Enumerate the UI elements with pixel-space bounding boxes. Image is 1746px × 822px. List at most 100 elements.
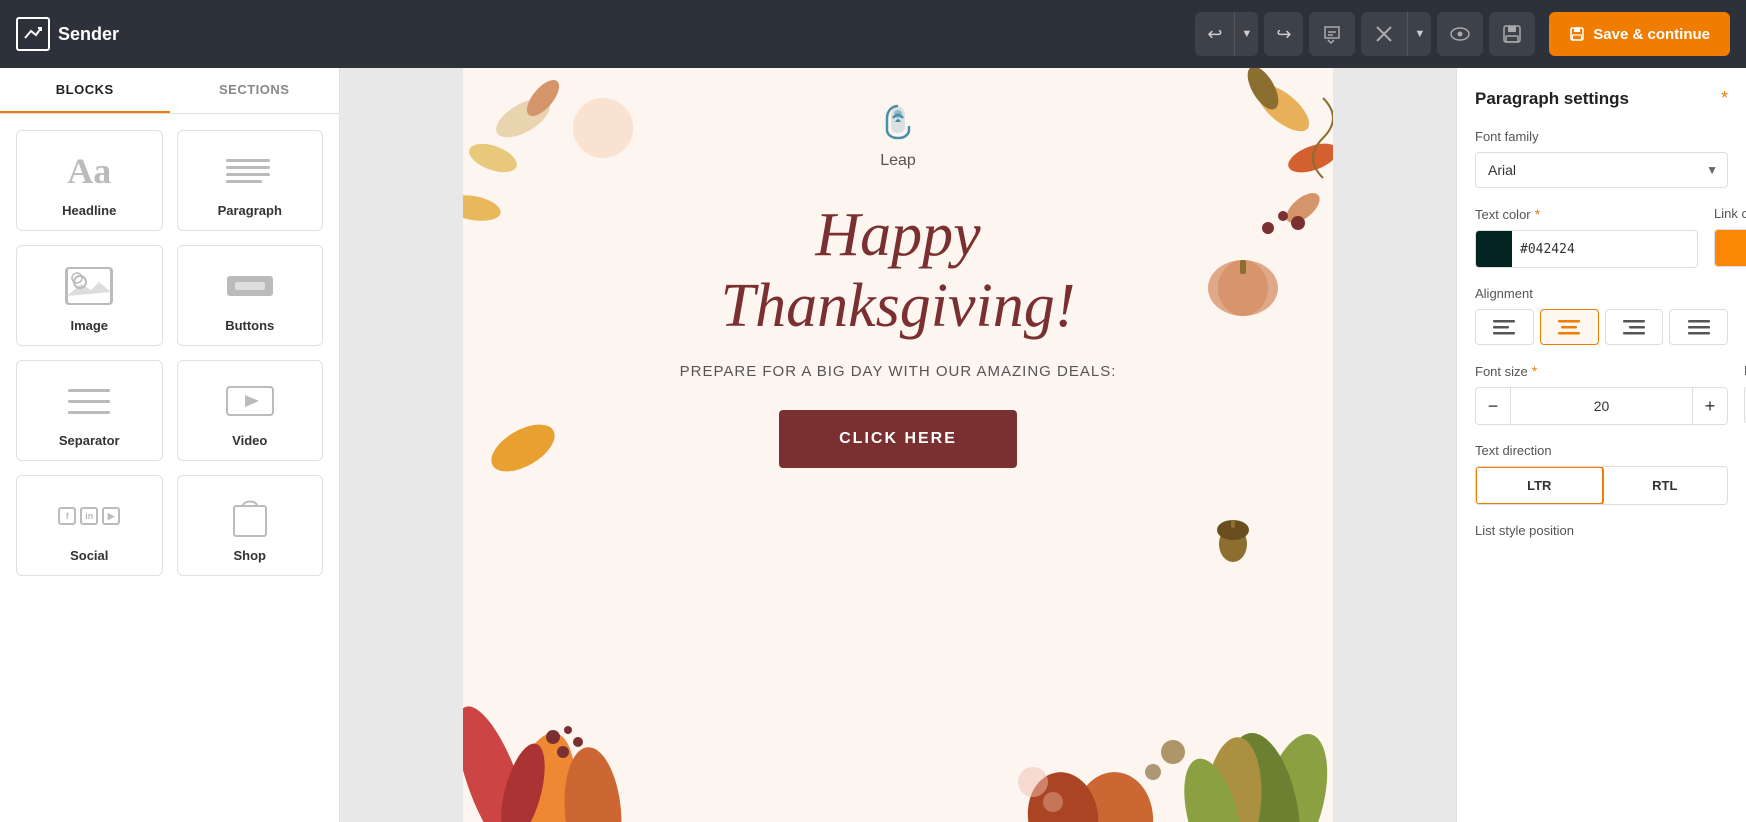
text-direction-section: Text direction LTR RTL [1475, 443, 1728, 505]
comment-button[interactable] [1309, 12, 1355, 56]
panel-tabs: BLOCKS SECTIONS [0, 68, 339, 114]
alignment-section: Alignment [1475, 286, 1728, 345]
image-icon [59, 264, 119, 308]
panel-header: Paragraph settings * [1475, 88, 1728, 109]
text-direction-label: Text direction [1475, 443, 1728, 458]
logo-svg [873, 98, 923, 148]
headline-icon: Aa [59, 149, 119, 193]
link-color-label: Link color [1714, 206, 1746, 221]
tools-button[interactable] [1361, 12, 1408, 56]
align-justify-button[interactable] [1669, 309, 1728, 345]
direction-rtl-button[interactable]: RTL [1603, 467, 1728, 504]
direction-row: LTR RTL [1475, 466, 1728, 505]
panel-title: Paragraph settings [1475, 89, 1629, 109]
align-right-button[interactable] [1605, 309, 1664, 345]
font-size-required: * [1532, 363, 1537, 379]
save-continue-button[interactable]: Save & continue [1549, 12, 1730, 56]
panel-required-star: * [1721, 88, 1728, 109]
block-social[interactable]: f in ▶ Social [16, 475, 163, 576]
link-color-field [1714, 229, 1746, 267]
text-color-label: Text color * [1475, 206, 1698, 222]
block-buttons[interactable]: Buttons [177, 245, 324, 346]
alignment-label: Alignment [1475, 286, 1728, 301]
right-panel: Paragraph settings * Font family Arial G… [1456, 68, 1746, 822]
font-family-wrapper: Arial Georgia Times New Roman Verdana He… [1475, 152, 1728, 188]
alignment-row [1475, 309, 1728, 345]
shop-label: Shop [234, 548, 267, 563]
app-name: Sender [58, 24, 119, 45]
undo-group: ↩ ▼ [1195, 12, 1258, 56]
font-size-input[interactable] [1510, 388, 1693, 424]
font-size-row: Font size * − + Line height − [1475, 363, 1728, 425]
block-separator[interactable]: Separator [16, 360, 163, 461]
font-size-decrease[interactable]: − [1476, 388, 1510, 424]
text-color-field [1475, 230, 1698, 268]
align-left-button[interactable] [1475, 309, 1534, 345]
tools-group: ▼ [1361, 12, 1431, 56]
toolbar: Sender ↩ ▼ ↪ ▼ [0, 0, 1746, 68]
canvas-area: Leap Happy Thanksgiving! PREPARE FOR A B… [340, 68, 1456, 822]
email-canvas: Leap Happy Thanksgiving! PREPARE FOR A B… [463, 68, 1333, 822]
logo-icon [16, 17, 50, 51]
buttons-icon [220, 264, 280, 308]
cta-button[interactable]: CLICK HERE [779, 410, 1017, 468]
video-label: Video [232, 433, 267, 448]
buttons-label: Buttons [225, 318, 274, 333]
list-style-section: List style position [1475, 523, 1728, 538]
font-family-section: Font family Arial Georgia Times New Roma… [1475, 129, 1728, 188]
direction-ltr-button[interactable]: LTR [1475, 466, 1604, 505]
tab-sections[interactable]: SECTIONS [170, 68, 340, 113]
blocks-grid: Aa Headline Paragraph [0, 114, 339, 592]
email-logo: Leap [873, 98, 923, 170]
email-header: Leap [463, 68, 1333, 180]
image-label: Image [70, 318, 108, 333]
font-size-increase[interactable]: + [1693, 388, 1727, 424]
color-row: Text color * Link color [1475, 206, 1728, 268]
email-logo-text: Leap [880, 152, 916, 170]
undo-dropdown-button[interactable]: ▼ [1235, 12, 1258, 56]
save-continue-label: Save & continue [1593, 26, 1710, 43]
list-style-label: List style position [1475, 523, 1728, 538]
save-icon-button[interactable] [1489, 12, 1535, 56]
paragraph-icon [220, 149, 280, 193]
font-size-field: Font size * − + [1475, 363, 1728, 425]
block-shop[interactable]: Shop [177, 475, 324, 576]
social-label: Social [70, 548, 108, 563]
block-video[interactable]: Video [177, 360, 324, 461]
video-icon [220, 379, 280, 423]
redo-button[interactable]: ↪ [1264, 12, 1303, 56]
separator-icon [59, 379, 119, 423]
thanksgiving-heading: Happy Thanksgiving! [680, 200, 1117, 343]
color-section: Text color * Link color [1475, 206, 1728, 268]
text-color-section: Text color * [1475, 206, 1698, 268]
undo-button[interactable]: ↩ [1195, 12, 1235, 56]
shop-icon [220, 494, 280, 538]
tools-dropdown-button[interactable]: ▼ [1408, 12, 1431, 56]
block-paragraph[interactable]: Paragraph [177, 130, 324, 231]
separator-label: Separator [59, 433, 120, 448]
email-main-content: Happy Thanksgiving! PREPARE FOR A BIG DA… [600, 180, 1197, 488]
email-subtitle: PREPARE FOR A BIG DAY WITH OUR AMAZING D… [680, 363, 1117, 380]
headline-label: Headline [62, 203, 116, 218]
toolbar-actions: ↩ ▼ ↪ ▼ [1195, 12, 1730, 56]
main-content: BLOCKS SECTIONS Aa Headline [0, 68, 1746, 822]
left-panel: BLOCKS SECTIONS Aa Headline [0, 68, 340, 822]
text-color-swatch[interactable] [1476, 231, 1512, 267]
link-color-section: Link color [1714, 206, 1746, 268]
size-section: Font size * − + Line height − [1475, 363, 1728, 425]
font-size-label: Font size * [1475, 363, 1728, 379]
font-family-select[interactable]: Arial Georgia Times New Roman Verdana He… [1475, 152, 1728, 188]
font-size-control: − + [1475, 387, 1728, 425]
text-color-required: * [1535, 206, 1540, 222]
block-headline[interactable]: Aa Headline [16, 130, 163, 231]
tab-blocks[interactable]: BLOCKS [0, 68, 170, 113]
social-icon: f in ▶ [59, 494, 119, 538]
app-logo: Sender [16, 17, 119, 51]
preview-button[interactable] [1437, 12, 1483, 56]
text-color-input[interactable] [1512, 242, 1697, 257]
align-center-button[interactable] [1540, 309, 1599, 345]
block-image[interactable]: Image [16, 245, 163, 346]
link-color-swatch[interactable] [1715, 230, 1746, 266]
font-family-label: Font family [1475, 129, 1728, 144]
paragraph-label: Paragraph [218, 203, 282, 218]
